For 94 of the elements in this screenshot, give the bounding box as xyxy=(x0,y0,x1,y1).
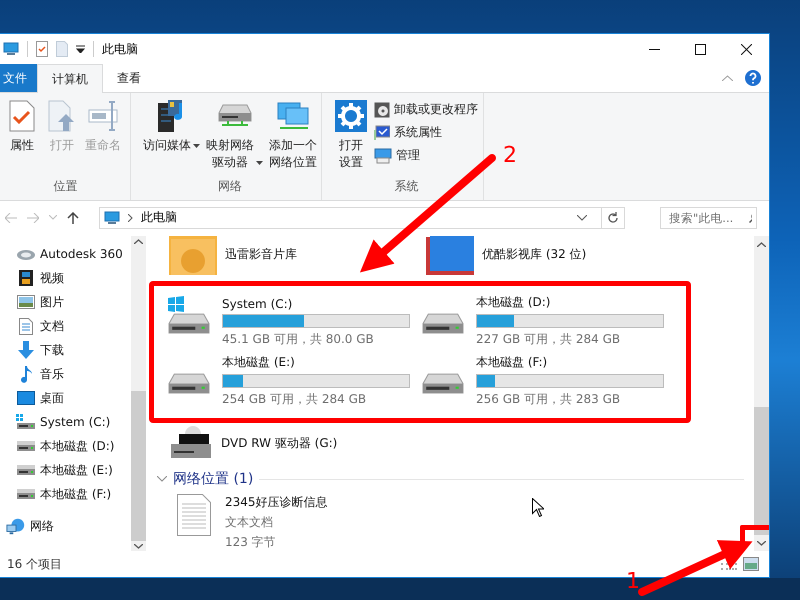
drive-icon xyxy=(16,414,36,430)
ribbon-button-label[interactable]: 映射网络 驱动器 xyxy=(206,137,254,171)
nav-item[interactable]: 网络 xyxy=(30,518,54,534)
expand-caret-icon[interactable] xyxy=(157,476,167,482)
nav-item[interactable]: System (C:) xyxy=(40,415,110,429)
nav-item[interactable]: 音乐 xyxy=(40,366,64,382)
drive-icon xyxy=(16,465,36,475)
monitor-check-icon xyxy=(374,124,390,140)
nav-item[interactable]: 文档 xyxy=(40,318,64,334)
customize-caret-icon[interactable] xyxy=(76,45,85,53)
collapse-ribbon-icon[interactable] xyxy=(722,75,733,81)
large-icons-view-icon[interactable] xyxy=(743,557,759,571)
gear-icon xyxy=(335,99,367,133)
minimize-icon[interactable] xyxy=(648,48,660,50)
close-icon[interactable] xyxy=(740,44,752,54)
free-space-text: 254 GB 可用，共 284 GB xyxy=(222,390,368,408)
refresh-icon[interactable] xyxy=(607,212,619,224)
ribbon-button-label[interactable]: 系统属性 xyxy=(394,124,442,141)
computer-icon xyxy=(104,210,120,224)
film-icon xyxy=(18,270,34,286)
ribbon-tab[interactable]: 计算机 xyxy=(37,64,103,93)
computer-manage-icon xyxy=(374,148,392,164)
checklist-icon[interactable] xyxy=(36,41,48,57)
drive-name[interactable]: 本地磁盘 (F:) xyxy=(476,354,664,370)
document-icon xyxy=(19,318,33,334)
drive-name[interactable]: System (C:) xyxy=(222,296,410,310)
nav-item[interactable]: 本地磁盘 (E:) xyxy=(40,462,113,478)
music-note-icon xyxy=(19,365,33,383)
rename-icon xyxy=(88,99,118,133)
annotation-number: 2 xyxy=(503,143,517,168)
group-header[interactable]: 网络位置 (1) xyxy=(173,470,254,488)
file-size: 123 字节 xyxy=(225,534,277,551)
file-type: 文本文档 xyxy=(225,514,274,531)
search-field[interactable]: 搜索"此电... xyxy=(660,206,757,228)
computer-icon[interactable] xyxy=(3,42,19,56)
nav-item[interactable]: Autodesk 360 xyxy=(40,247,123,261)
ribbon-tab[interactable]: 查看 xyxy=(103,65,155,92)
scrollbar-thumb[interactable] xyxy=(131,391,146,541)
text-file-icon xyxy=(177,494,211,536)
drive-name[interactable]: 本地磁盘 (D:) xyxy=(476,294,664,310)
folder-icon xyxy=(169,236,217,276)
drive-name[interactable]: DVD RW 驱动器 (G:) xyxy=(221,434,338,452)
group-label: 系统 xyxy=(394,178,420,195)
annotation-number: 1 xyxy=(626,569,640,594)
nav-item[interactable]: 本地磁盘 (F:) xyxy=(40,486,112,502)
open-file-icon xyxy=(48,99,76,133)
nav-item[interactable]: 下载 xyxy=(40,342,64,358)
folder-name[interactable]: 迅雷影音片库 xyxy=(225,246,297,263)
free-space-text: 227 GB 可用，共 284 GB xyxy=(476,330,622,348)
free-space-text: 256 GB 可用，共 283 GB xyxy=(476,390,622,408)
dropdown-caret-icon[interactable] xyxy=(193,144,200,148)
scroll-down-icon[interactable] xyxy=(757,540,766,546)
maximize-icon[interactable] xyxy=(694,44,706,54)
ribbon-button-label[interactable]: 卸载或更改程序 xyxy=(394,101,478,118)
free-space-text: 45.1 GB 可用，共 80.0 GB xyxy=(222,330,375,348)
help-icon[interactable] xyxy=(745,70,761,86)
scroll-down-icon[interactable] xyxy=(134,544,143,548)
disc-box-icon xyxy=(374,102,390,118)
file-name[interactable]: 2345好压诊断信息 xyxy=(225,494,328,511)
drive-icon xyxy=(16,441,36,451)
cloud-icon xyxy=(16,247,36,261)
dvd-drive-icon xyxy=(169,426,213,460)
nav-item[interactable]: 视频 xyxy=(40,270,64,286)
scrollbar-thumb[interactable] xyxy=(754,407,769,535)
chevron-icon[interactable] xyxy=(128,214,133,222)
down-arrow-icon xyxy=(17,341,35,359)
search-icon[interactable] xyxy=(749,212,752,223)
nav-item[interactable]: 图片 xyxy=(40,294,64,310)
nav-item[interactable]: 桌面 xyxy=(40,390,64,406)
ribbon-button-label[interactable]: 属性 xyxy=(10,137,34,154)
scroll-up-icon[interactable] xyxy=(134,238,143,244)
folder-icon xyxy=(426,236,474,276)
folder-name[interactable]: 优酷影视库 (32 位) xyxy=(482,246,586,263)
scroll-up-icon[interactable] xyxy=(757,242,766,246)
file-menu-button[interactable]: 文件 xyxy=(0,64,37,92)
group-label: 位置 xyxy=(52,178,78,195)
ribbon-button-label[interactable]: 访问媒体 xyxy=(143,137,191,154)
ribbon-button-label[interactable]: 添加一个 网络位置 xyxy=(269,137,317,171)
up-arrow-icon[interactable] xyxy=(67,212,79,224)
group-label: 网络 xyxy=(217,178,243,195)
picture-icon xyxy=(17,295,35,309)
network-globe-icon xyxy=(6,517,26,535)
ribbon-button-label[interactable]: 管理 xyxy=(396,147,420,164)
ribbon-button-label[interactable]: 打开 设置 xyxy=(339,137,363,171)
drive-name[interactable]: 本地磁盘 (E:) xyxy=(222,354,410,370)
item-count: 16 个项目 xyxy=(7,556,62,572)
mouse-cursor-icon xyxy=(532,498,544,517)
nav-item[interactable]: 本地磁盘 (D:) xyxy=(40,438,114,454)
checklist-icon xyxy=(9,99,35,133)
dropdown-caret-icon[interactable] xyxy=(256,161,263,165)
dropdown-chevron-icon[interactable] xyxy=(577,214,587,220)
desktop-icon xyxy=(17,391,35,405)
window-title: 此电脑 xyxy=(102,40,139,58)
drive-icon xyxy=(16,489,36,499)
